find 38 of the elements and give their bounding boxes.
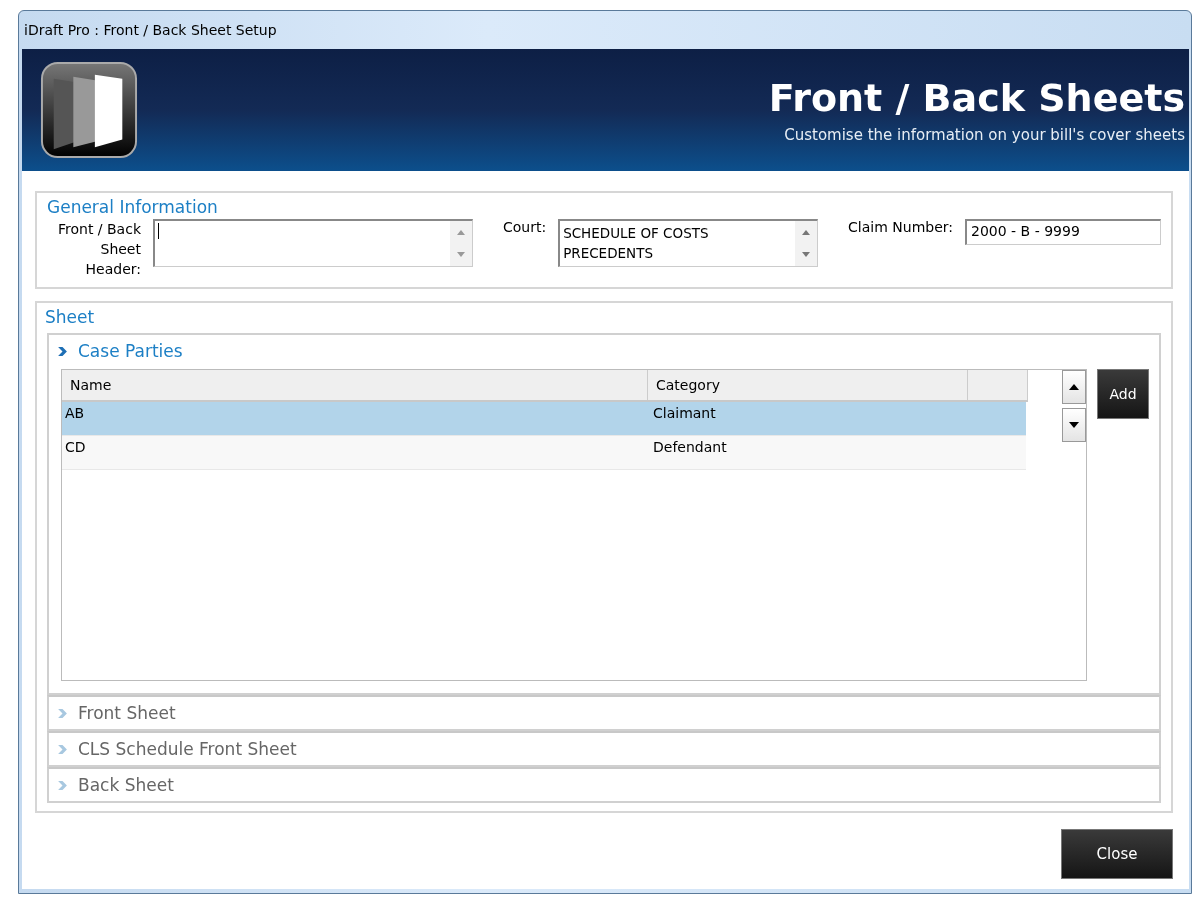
- up-arrow-icon: [1069, 384, 1079, 390]
- down-arrow-icon: [1069, 422, 1079, 428]
- header-title: Front / Back Sheets: [768, 76, 1185, 120]
- court-input-field[interactable]: SCHEDULE OF COSTS PRECEDENTS: [558, 219, 819, 267]
- move-down-button[interactable]: [1062, 408, 1086, 442]
- accordion-header[interactable]: Back Sheet: [49, 769, 1159, 801]
- section-title: General Information: [47, 197, 218, 217]
- header-input-field[interactable]: [153, 219, 473, 267]
- chevron-icon: [57, 345, 68, 357]
- column-header[interactable]: Name: [62, 370, 648, 400]
- window-title: iDraft Pro : Front / Back Sheet Setup: [24, 22, 277, 38]
- field-label: Claim Number:: [848, 219, 953, 235]
- scroll-down-icon[interactable]: [802, 252, 811, 258]
- accordion-header[interactable]: CLS Schedule Front Sheet: [49, 733, 1159, 765]
- add-button[interactable]: Add: [1097, 369, 1149, 419]
- column-header[interactable]: Category: [648, 370, 968, 400]
- table-cell-text: AB: [64, 404, 86, 423]
- claim-number-field[interactable]: 2000 - B - 9999: [965, 219, 1161, 245]
- header-subtitle: Customise the information on your bill's cover sheets: [784, 126, 1185, 144]
- scroll-down-icon[interactable]: [456, 252, 465, 258]
- accordion-header[interactable]: Front Sheet: [49, 697, 1159, 729]
- table-row[interactable]: CD Defendant: [62, 436, 1026, 470]
- field-label: Front / Back Sheet Header:: [56, 220, 141, 279]
- field-label: Court:: [502, 219, 547, 235]
- close-button[interactable]: Close: [1061, 829, 1173, 879]
- scroll-up-icon[interactable]: [802, 229, 811, 235]
- chevron-icon: [57, 707, 68, 719]
- pages-logo-icon: [40, 61, 138, 159]
- chevron-icon: [57, 743, 68, 755]
- move-up-button[interactable]: [1062, 370, 1086, 404]
- chevron-icon: [57, 779, 68, 791]
- section-title: Sheet: [45, 307, 95, 327]
- table-row[interactable]: AB Claimant: [62, 402, 1026, 436]
- table-cell-text: Defendant: [652, 438, 728, 457]
- scroll-up-icon[interactable]: [456, 229, 465, 235]
- table-cell-text: Claimant: [652, 404, 717, 423]
- accordion-header[interactable]: Case Parties: [49, 335, 1159, 367]
- table-cell-text: CD: [64, 438, 87, 457]
